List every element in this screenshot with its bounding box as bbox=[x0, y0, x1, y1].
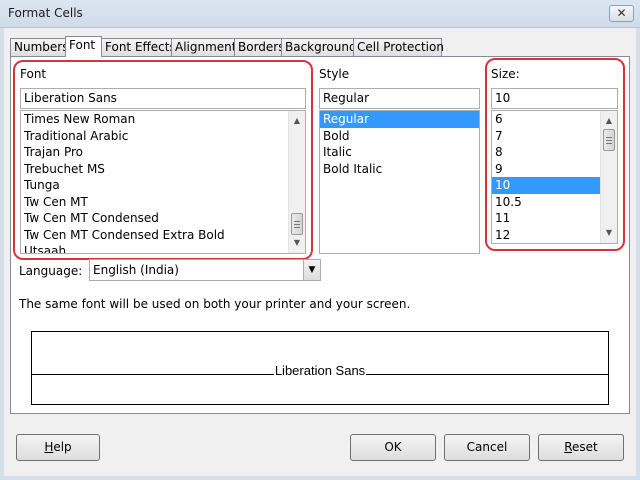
tab-background[interactable]: Background bbox=[281, 38, 357, 56]
language-select[interactable]: English (India) ▼ bbox=[89, 259, 321, 281]
language-value: English (India) bbox=[93, 263, 179, 277]
style-list[interactable]: Regular Bold Italic Bold Italic bbox=[319, 110, 480, 254]
dialog-body: Numbers Font Font Effects Alignment Bord… bbox=[4, 28, 636, 476]
tab-font[interactable]: Font bbox=[65, 36, 102, 57]
help-button[interactable]: Help bbox=[16, 434, 100, 461]
style-label: Style bbox=[319, 67, 350, 81]
language-label: Language: bbox=[19, 264, 83, 278]
help-accelerator: H bbox=[44, 440, 54, 454]
tab-font-effects[interactable]: Font Effects bbox=[101, 38, 176, 56]
font-info-text: The same font will be used on both your … bbox=[19, 297, 411, 311]
font-highlight-ring bbox=[13, 60, 313, 260]
style-input[interactable]: Regular bbox=[319, 88, 480, 109]
list-item[interactable]: Regular bbox=[320, 111, 479, 128]
size-highlight-ring bbox=[485, 58, 625, 251]
font-preview: Liberation Sans bbox=[31, 331, 609, 405]
dropdown-arrow-icon[interactable]: ▼ bbox=[303, 260, 320, 280]
preview-sample: Liberation Sans bbox=[32, 363, 608, 378]
close-button[interactable]: ✕ bbox=[609, 5, 634, 22]
help-label: elp bbox=[53, 440, 72, 454]
ok-button[interactable]: OK bbox=[350, 434, 436, 461]
preview-text: Liberation Sans bbox=[273, 363, 367, 378]
window-title: Format Cells bbox=[8, 6, 83, 20]
font-tab-panel: Font Liberation Sans Times New Roman Tra… bbox=[10, 56, 630, 414]
tab-borders[interactable]: Borders bbox=[234, 38, 284, 56]
cancel-button[interactable]: Cancel bbox=[444, 434, 530, 461]
reset-button[interactable]: Reset bbox=[538, 434, 624, 461]
tab-alignment[interactable]: Alignment bbox=[171, 38, 236, 56]
tab-cell-protection[interactable]: Cell Protection bbox=[353, 38, 444, 56]
reset-label: eset bbox=[572, 440, 598, 454]
tab-numbers[interactable]: Numbers bbox=[10, 38, 68, 56]
close-icon: ✕ bbox=[616, 6, 627, 20]
list-item[interactable]: Bold bbox=[320, 128, 479, 145]
list-item[interactable]: Italic bbox=[320, 144, 479, 161]
list-item[interactable]: Bold Italic bbox=[320, 161, 479, 178]
title-bar: Format Cells ✕ bbox=[0, 0, 640, 28]
reset-accelerator: R bbox=[564, 440, 573, 454]
